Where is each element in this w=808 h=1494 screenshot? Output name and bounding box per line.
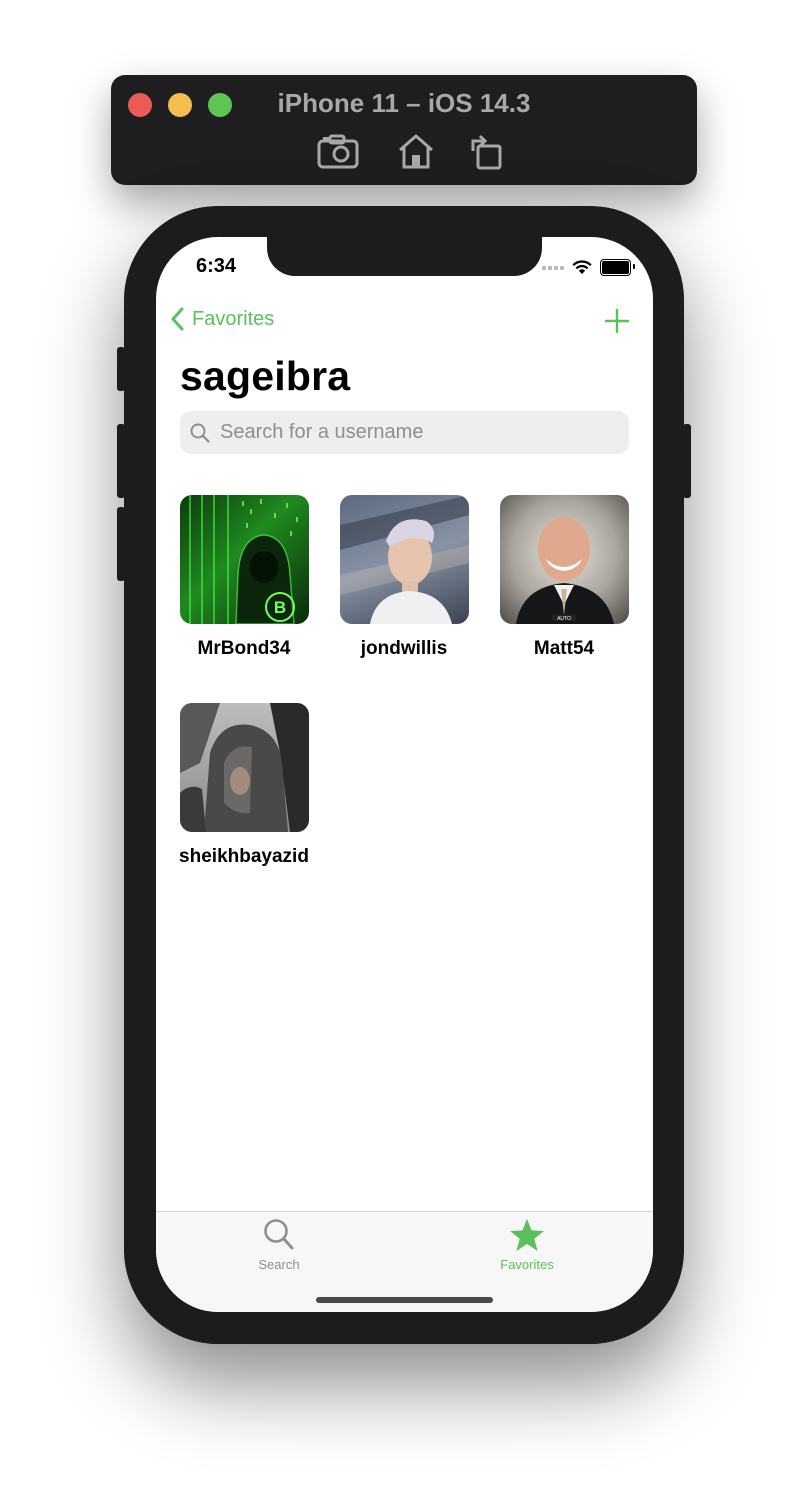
avatar (179, 703, 309, 832)
rotate-icon[interactable] (470, 133, 506, 176)
username-label: MrBond34 (197, 638, 291, 659)
status-time: 6:34 (196, 255, 237, 277)
battery-icon (600, 259, 635, 276)
status-indicators (542, 259, 635, 276)
svg-text:AUTO: AUTO (557, 616, 571, 622)
username-label: Matt54 (533, 638, 595, 659)
tab-favorites-label: Favorites (500, 1257, 554, 1272)
simulator-title: iPhone 11 – iOS 14.3 (277, 88, 531, 118)
notch (267, 237, 542, 276)
wifi-icon (572, 260, 592, 274)
follower-cell[interactable]: jondwillis (324, 495, 484, 660)
device-screen: 6:34 Favorites sageibra Search for a use… (156, 237, 653, 1312)
star-icon (510, 1219, 544, 1251)
svg-text:B: B (273, 598, 285, 617)
plus-icon (604, 308, 630, 334)
home-icon[interactable] (396, 133, 436, 174)
follower-cell[interactable]: AUTO Matt54 (484, 495, 644, 660)
tab-search[interactable]: Search (214, 1218, 344, 1272)
chevron-left-icon (171, 307, 184, 331)
search-icon (264, 1219, 294, 1250)
page-title: sageibra (180, 353, 351, 399)
follower-cell[interactable]: sheikhbayazid (164, 703, 324, 868)
follower-cell[interactable]: B MrBond34 (164, 495, 324, 660)
search-bar[interactable] (180, 411, 629, 454)
avatar: B (179, 495, 309, 624)
add-favorite-button[interactable] (604, 308, 630, 338)
volume-down-button (117, 507, 125, 581)
home-indicator[interactable] (316, 1297, 493, 1303)
power-button (683, 424, 691, 498)
back-button-label: Favorites (192, 307, 275, 330)
username-label: sheikhbayazid (179, 846, 309, 867)
back-button[interactable]: Favorites (170, 307, 274, 331)
camera-icon[interactable] (317, 133, 359, 174)
tab-search-label: Search (258, 1257, 300, 1272)
avatar (339, 495, 469, 624)
tab-favorites[interactable]: Favorites (462, 1218, 592, 1272)
mute-switch (117, 347, 125, 391)
username-label: jondwillis (360, 638, 448, 659)
volume-up-button (117, 424, 125, 498)
search-icon (190, 423, 210, 443)
cellular-signal-icon (542, 265, 564, 270)
avatar: AUTO (499, 495, 629, 624)
search-input[interactable] (218, 420, 602, 445)
